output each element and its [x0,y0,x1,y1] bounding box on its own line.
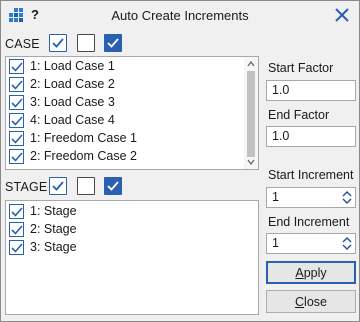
start-increment-value: 1 [272,190,279,204]
check-icon [11,224,23,235]
stage-invert-checkbox[interactable] [104,177,122,195]
list-item[interactable]: 4: Load Case 4 [6,111,258,129]
item-label: 2: Freedom Case 2 [30,149,137,163]
list-item[interactable]: 3: Load Case 3 [6,93,258,111]
case-invert-checkbox[interactable] [104,34,122,52]
list-item[interactable]: 1: Stage [6,202,258,220]
case-select-none-checkbox[interactable] [77,34,95,52]
stage-header: STAGE [5,176,47,198]
end-increment-label: End Increment [268,215,350,229]
stage-select-none-checkbox[interactable] [77,177,95,195]
item-label: 3: Load Case 3 [30,95,115,109]
end-factor-input[interactable]: 1.0 [266,126,356,147]
check-icon [107,181,119,191]
check-icon [11,115,23,126]
scroll-thumb[interactable] [247,71,255,157]
stage-list[interactable]: 1: Stage 2: Stage 3: Stage [5,200,259,315]
item-label: 2: Load Case 2 [30,77,115,91]
case-list[interactable]: 1: Load Case 1 2: Load Case 2 3: Load Ca… [5,56,259,170]
stage-label: STAGE [5,180,48,194]
case-header: CASE [5,33,40,55]
item-label: 1: Stage [30,204,77,218]
case-select-all-checkbox[interactable] [49,34,67,52]
chevron-down-icon[interactable] [342,243,352,251]
scroll-down-icon[interactable] [247,158,255,166]
close-label: lose [304,294,327,309]
list-item[interactable]: 2: Stage [6,220,258,238]
window-title: Auto Create Increments [111,8,249,23]
check-icon [11,97,23,108]
list-item[interactable]: 1: Freedom Case 1 [6,129,258,147]
check-icon [52,38,64,48]
end-increment-value: 1 [272,236,279,250]
list-item[interactable]: 2: Freedom Case 2 [6,147,258,165]
close-button[interactable]: Close [266,290,356,313]
close-accelerator: C [295,294,305,309]
check-icon [11,151,23,162]
item-label: 4: Load Case 4 [30,113,115,127]
item-checkbox[interactable] [9,58,24,74]
check-icon [11,206,23,217]
stage-select-all-checkbox[interactable] [49,177,67,195]
check-icon [11,61,23,72]
check-icon [11,242,23,253]
item-checkbox[interactable] [9,76,24,92]
start-increment-label: Start Increment [268,168,354,182]
item-label: 3: Stage [30,240,77,254]
start-factor-input[interactable]: 1.0 [266,80,356,101]
chevron-down-icon[interactable] [342,197,352,205]
check-icon [11,79,23,90]
list-item[interactable]: 1: Load Case 1 [6,57,258,75]
list-item[interactable]: 3: Stage [6,238,258,256]
item-label: 1: Load Case 1 [30,59,115,73]
case-scrollbar[interactable] [244,57,258,169]
item-checkbox[interactable] [9,130,24,146]
start-increment-stepper[interactable]: 1 [266,187,356,208]
item-checkbox[interactable] [9,221,24,237]
item-label: 2: Stage [30,222,77,236]
item-checkbox[interactable] [9,239,24,255]
auto-create-increments-dialog: ? Auto Create Increments CASE 1: Load Ca… [0,0,360,322]
apply-accelerator: A [295,265,304,280]
item-checkbox[interactable] [9,148,24,164]
title-bar: ? Auto Create Increments [1,1,359,31]
check-icon [52,181,64,191]
scroll-up-icon[interactable] [247,60,255,68]
item-checkbox[interactable] [9,203,24,219]
start-factor-label: Start Factor [268,61,334,75]
list-item[interactable]: 2: Load Case 2 [6,75,258,93]
end-increment-stepper[interactable]: 1 [266,233,356,254]
check-icon [11,133,23,144]
end-factor-label: End Factor [268,108,330,122]
apply-button[interactable]: Apply [266,261,356,284]
close-icon[interactable] [331,4,353,26]
case-label: CASE [5,37,40,51]
apply-label: pply [303,265,327,280]
check-icon [107,38,119,48]
item-checkbox[interactable] [9,112,24,128]
item-label: 1: Freedom Case 1 [30,131,137,145]
item-checkbox[interactable] [9,94,24,110]
